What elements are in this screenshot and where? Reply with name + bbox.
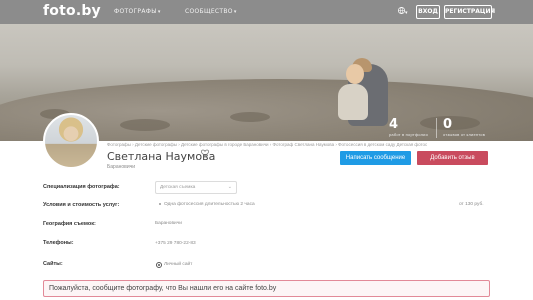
stat-reviews-label: отзывов от клиентов: [443, 132, 486, 137]
sites-label: Сайты:: [43, 261, 63, 267]
top-navigation-bar: foto.by ФОТОГРАФЫ▾ СООБЩЕСТВО▾ ▾ ВХОД РЕ…: [0, 0, 533, 24]
phone-value[interactable]: +375 29 780-22-83: [155, 241, 196, 246]
services-value: Одна фотосессия длительностью 2 часа: [159, 202, 255, 207]
login-button[interactable]: ВХОД: [416, 5, 440, 19]
nav-community[interactable]: СООБЩЕСТВО▾: [185, 8, 237, 15]
globe-icon: [156, 262, 162, 268]
services-price: от 130 руб.: [459, 202, 484, 207]
personal-site-link[interactable]: Личный сайт: [164, 262, 192, 267]
stat-portfolio-value: 4: [389, 117, 399, 132]
stat-portfolio: 4 работ в портфолио: [389, 117, 429, 138]
services-label: Условия и стоимость услуг:: [43, 202, 120, 208]
specialization-label: Специализация фотографа:: [43, 184, 120, 190]
breadcrumb[interactable]: Фотографы › Детские фотографы › Детские …: [107, 142, 427, 147]
site-logo[interactable]: foto.by: [43, 3, 101, 19]
photographer-name: Светлана Наумова: [107, 150, 216, 163]
specialization-select[interactable]: Детская съемка ⌄: [155, 181, 237, 194]
chevron-down-icon: ▾: [157, 9, 161, 15]
stat-divider: [436, 118, 437, 138]
register-button[interactable]: РЕГИСТРАЦИЯ: [444, 5, 495, 19]
chevron-down-icon: ▾: [233, 9, 237, 15]
nav-photographers-label: ФОТОГРАФЫ: [114, 8, 157, 15]
avatar: [43, 113, 99, 169]
specialization-value: Детская съемка: [160, 185, 196, 190]
stat-reviews-value: 0: [443, 117, 453, 132]
stat-reviews: 0 отзывов от клиентов: [443, 117, 486, 138]
notice-banner: Пожалуйста, сообщите фотографу, что Вы н…: [43, 280, 490, 297]
geography-label: География съемок:: [43, 221, 96, 227]
add-review-button[interactable]: Добавить отзыв: [417, 151, 488, 165]
heart-icon[interactable]: [201, 149, 209, 159]
nav-community-label: СООБЩЕСТВО: [185, 8, 233, 15]
cover-rock: [230, 112, 270, 122]
cover-rock: [120, 119, 170, 131]
geography-value: Барановичи: [155, 221, 182, 226]
phone-label: Телефоны:: [43, 240, 74, 246]
list-bullet: [159, 202, 161, 205]
send-message-button[interactable]: Написать сообщение: [340, 151, 411, 165]
stat-portfolio-label: работ в портфолио: [389, 132, 429, 137]
language-selector[interactable]: ▾: [398, 7, 408, 17]
favorite-heart-svg: [201, 149, 209, 157]
chevron-down-icon: ▾: [405, 10, 408, 16]
cover-figure-child: [338, 84, 368, 120]
photographer-city: Барановичи: [107, 164, 136, 170]
notice-text: Пожалуйста, сообщите фотографу, что Вы н…: [49, 285, 277, 292]
services-text: Одна фотосессия длительностью 2 часа: [164, 202, 255, 207]
nav-photographers[interactable]: ФОТОГРАФЫ▾: [114, 8, 161, 15]
chevron-down-icon: ⌄: [227, 184, 232, 190]
globe-icon: [398, 7, 405, 14]
cover-figure-face: [346, 64, 364, 84]
